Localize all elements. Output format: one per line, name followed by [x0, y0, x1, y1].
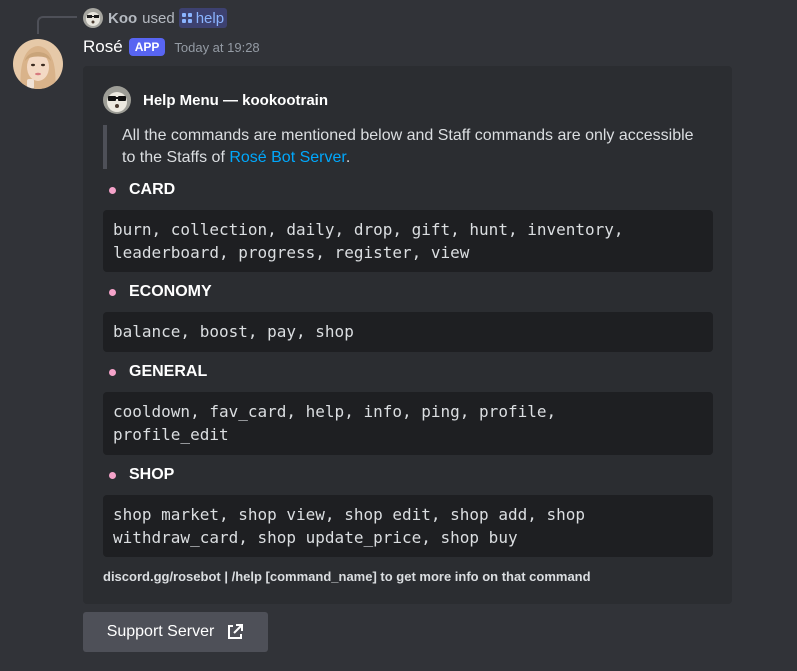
section-title-card: CARD	[109, 181, 175, 199]
codeblock-shop: shop market, shop view, shop edit, shop …	[103, 495, 713, 557]
description-end: .	[345, 149, 351, 166]
description-text: All the commands are mentioned below and…	[122, 127, 694, 166]
section-title-general: GENERAL	[109, 363, 207, 381]
timestamp: Today at 19:28	[174, 39, 260, 55]
author-avatar[interactable]	[13, 39, 63, 89]
slash-command-icon	[181, 13, 192, 23]
server-link[interactable]: Rosé Bot Server	[229, 149, 346, 166]
bullet-dot	[109, 471, 116, 479]
external-link-icon	[228, 624, 244, 639]
reply-user-name[interactable]: Koo	[108, 10, 137, 27]
bullet-dot	[109, 288, 116, 296]
section-label: CARD	[129, 181, 176, 198]
section-title-economy: ECONOMY	[109, 283, 212, 301]
message-header: Rosé APP Today at 19:28	[83, 37, 260, 57]
command-mention[interactable]: help	[178, 8, 228, 28]
embed-author-name: Help Menu — kookootrain	[143, 91, 329, 109]
embed-author-icon	[103, 86, 131, 114]
message-container: Koo used help Rosé APP Today at 19:28 He…	[0, 0, 797, 671]
embed-description: All the commands are mentioned below and…	[103, 125, 702, 169]
embed-author: Help Menu — kookootrain	[103, 86, 328, 114]
section-label: ECONOMY	[129, 283, 212, 300]
section-label: SHOP	[129, 466, 175, 483]
codeblock-general: cooldown, fav_card, help, info, ping, pr…	[103, 392, 713, 455]
command-name: help	[195, 9, 225, 27]
app-badge: APP	[128, 38, 166, 56]
embed-footer: discord.gg/rosebot | /help [command_name…	[103, 569, 591, 584]
section-title-shop: SHOP	[109, 466, 174, 484]
command-used-line[interactable]: Koo used help	[83, 7, 228, 29]
bullet-dot	[109, 186, 116, 194]
used-label: used	[142, 9, 175, 27]
bullet-dot	[109, 368, 116, 376]
section-label: GENERAL	[129, 363, 208, 380]
author-name[interactable]: Rosé	[83, 37, 123, 57]
support-server-button[interactable]: Support Server	[83, 612, 268, 652]
help-embed: Help Menu — kookootrain All the commands…	[83, 66, 732, 604]
codeblock-economy: balance, boost, pay, shop	[103, 312, 713, 352]
codeblock-card: burn, collection, daily, drop, gift, hun…	[103, 210, 713, 272]
koo-avatar[interactable]	[83, 8, 103, 28]
support-button-label: Support Server	[106, 623, 215, 640]
reply-connector	[37, 16, 77, 34]
